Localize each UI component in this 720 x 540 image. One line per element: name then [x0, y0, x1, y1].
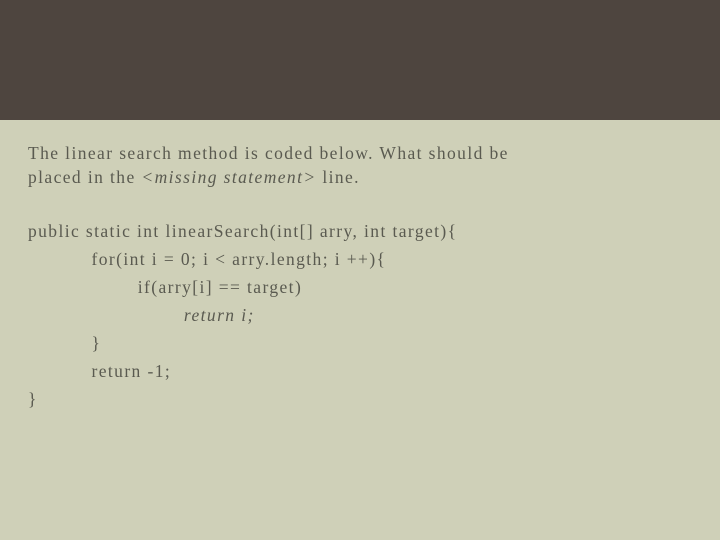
question-text: The linear search method is coded below.…	[28, 142, 692, 189]
code-line-1: public static int linearSearch(int[] arr…	[28, 221, 457, 241]
code-line-6: return -1;	[28, 361, 171, 381]
code-line-7: }	[28, 389, 38, 409]
code-line-2: for(int i = 0; i < arry.length; i ++){	[28, 249, 386, 269]
question-line1: The linear search method is coded below.…	[28, 143, 509, 163]
missing-statement-placeholder: <missing statement>	[141, 167, 316, 187]
code-block: public static int linearSearch(int[] arr…	[28, 217, 692, 413]
code-line-3: if(arry[i] == target)	[28, 277, 302, 297]
slide-title-bar	[0, 0, 720, 120]
slide-content: The linear search method is coded below.…	[0, 120, 720, 413]
question-line2-post: line.	[317, 167, 360, 187]
code-line-5: }	[28, 333, 101, 353]
question-line2-pre: placed in the	[28, 167, 141, 187]
code-line-4: return i;	[28, 305, 255, 325]
